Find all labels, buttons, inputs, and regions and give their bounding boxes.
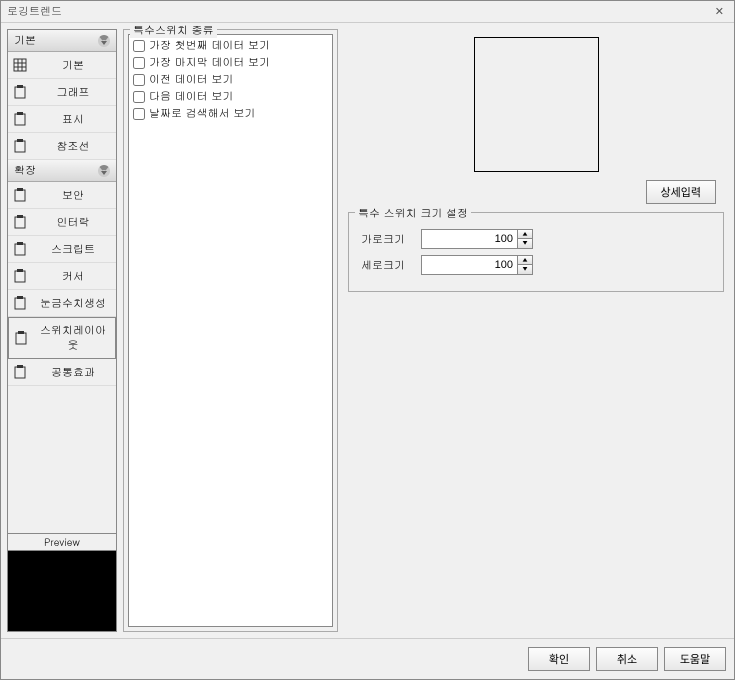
clipboard-icon xyxy=(13,330,29,346)
sidebar-item-basic[interactable]: 기본 xyxy=(8,52,116,79)
check-label: 이전 데이터 보기 xyxy=(149,72,233,87)
detail-input-button[interactable]: 상세입력 xyxy=(646,180,716,204)
switch-preview-rect xyxy=(474,37,599,172)
list-item[interactable]: 날짜로 검색해서 보기 xyxy=(133,105,328,122)
list-item[interactable]: 다음 데이터 보기 xyxy=(133,88,328,105)
clipboard-icon xyxy=(12,241,28,257)
close-icon[interactable]: ✕ xyxy=(711,4,728,19)
sidebar-item-label: 그래프 xyxy=(34,85,112,100)
check-label: 가장 마지막 데이터 보기 xyxy=(149,55,270,70)
height-row: 세로크기 ▲ ▼ xyxy=(361,255,711,275)
height-input[interactable] xyxy=(422,257,517,273)
sidebar-item-label: 커서 xyxy=(34,269,112,284)
check-label: 가장 첫번째 데이터 보기 xyxy=(149,38,270,53)
content-area: 기본 기본 그래프 표시 xyxy=(1,23,734,638)
list-item[interactable]: 가장 첫번째 데이터 보기 xyxy=(133,37,328,54)
chevron-down-icon xyxy=(98,35,110,47)
cancel-button[interactable]: 취소 xyxy=(596,647,658,671)
sidebar-item-label: 기본 xyxy=(34,58,112,73)
width-label: 가로크기 xyxy=(361,232,411,247)
height-spinner[interactable]: ▲ ▼ xyxy=(421,255,533,275)
sidebar-item-label: 참조선 xyxy=(34,139,112,154)
sidebar-item-label: 공통효과 xyxy=(34,365,112,380)
spinner-buttons: ▲ ▼ xyxy=(517,230,532,248)
width-input[interactable] xyxy=(422,231,517,247)
clipboard-icon xyxy=(12,187,28,203)
spinner-down-icon[interactable]: ▼ xyxy=(518,239,532,248)
accordion-label: 기본 xyxy=(14,33,36,48)
clipboard-icon xyxy=(12,268,28,284)
clipboard-icon xyxy=(12,295,28,311)
grid-icon xyxy=(12,57,28,73)
list-item[interactable]: 가장 마지막 데이터 보기 xyxy=(133,54,328,71)
width-row: 가로크기 ▲ ▼ xyxy=(361,229,711,249)
width-spinner[interactable]: ▲ ▼ xyxy=(421,229,533,249)
height-label: 세로크기 xyxy=(361,258,411,273)
footer: 확인 취소 도움말 xyxy=(1,638,734,679)
chevron-down-icon xyxy=(98,165,110,177)
fieldset-legend: 특수스위치 종류 xyxy=(130,23,217,38)
window-title: 로깅트렌드 xyxy=(7,4,62,19)
check-label: 날짜로 검색해서 보기 xyxy=(149,106,255,121)
sidebar-item-security[interactable]: 보안 xyxy=(8,182,116,209)
checkbox[interactable] xyxy=(133,108,145,120)
clipboard-icon xyxy=(12,111,28,127)
clipboard-icon xyxy=(12,138,28,154)
sidebar-item-script[interactable]: 스크립트 xyxy=(8,236,116,263)
spacer xyxy=(8,386,116,533)
sidebar-item-cursor[interactable]: 커서 xyxy=(8,263,116,290)
switch-types-list[interactable]: 가장 첫번째 데이터 보기 가장 마지막 데이터 보기 이전 데이터 보기 다음… xyxy=(128,34,333,627)
detail-button-row: 상세입력 xyxy=(348,180,724,204)
checkbox[interactable] xyxy=(133,57,145,69)
sidebar-item-scale[interactable]: 눈금수치생성 xyxy=(8,290,116,317)
accordion-header-basic[interactable]: 기본 xyxy=(8,30,116,52)
sidebar-item-label: 보안 xyxy=(34,188,112,203)
ok-button[interactable]: 확인 xyxy=(528,647,590,671)
sidebar-item-switchlayout[interactable]: 스위치레이아웃 xyxy=(8,317,116,359)
spinner-down-icon[interactable]: ▼ xyxy=(518,265,532,274)
sidebar-item-effects[interactable]: 공통효과 xyxy=(8,359,116,386)
sidebar-item-interlock[interactable]: 인터락 xyxy=(8,209,116,236)
sidebar-item-graph[interactable]: 그래프 xyxy=(8,79,116,106)
preview-label: Preview xyxy=(8,534,116,551)
clipboard-icon xyxy=(12,214,28,230)
size-fieldset: 특수 스위치 크기 설정 가로크기 ▲ ▼ 세로크기 xyxy=(348,212,724,292)
checkbox[interactable] xyxy=(133,74,145,86)
dialog-window: 로깅트렌드 ✕ 기본 기본 그래프 xyxy=(0,0,735,680)
sidebar: 기본 기본 그래프 표시 xyxy=(7,29,117,632)
help-button[interactable]: 도움말 xyxy=(664,647,726,671)
spinner-buttons: ▲ ▼ xyxy=(517,256,532,274)
sidebar-item-label: 스크립트 xyxy=(34,242,112,257)
clipboard-icon xyxy=(12,364,28,380)
checkbox[interactable] xyxy=(133,91,145,103)
checkbox[interactable] xyxy=(133,40,145,52)
preview-content xyxy=(8,551,116,631)
list-item[interactable]: 이전 데이터 보기 xyxy=(133,71,328,88)
fieldset-legend: 특수 스위치 크기 설정 xyxy=(355,206,471,221)
preview-panel: Preview xyxy=(8,533,116,631)
sidebar-item-display[interactable]: 표시 xyxy=(8,106,116,133)
right-panel: 상세입력 특수 스위치 크기 설정 가로크기 ▲ ▼ 세로크기 xyxy=(344,29,728,632)
titlebar: 로깅트렌드 ✕ xyxy=(1,1,734,23)
sidebar-item-label: 인터락 xyxy=(34,215,112,230)
sidebar-item-refline[interactable]: 참조선 xyxy=(8,133,116,160)
accordion-header-extended[interactable]: 확장 xyxy=(8,160,116,182)
switch-types-fieldset: 특수스위치 종류 가장 첫번째 데이터 보기 가장 마지막 데이터 보기 이전 … xyxy=(123,29,338,632)
sidebar-item-label: 스위치레이아웃 xyxy=(35,323,111,353)
sidebar-item-label: 표시 xyxy=(34,112,112,127)
clipboard-icon xyxy=(12,84,28,100)
accordion-label: 확장 xyxy=(14,163,36,178)
switch-types-panel: 특수스위치 종류 가장 첫번째 데이터 보기 가장 마지막 데이터 보기 이전 … xyxy=(123,29,338,632)
sidebar-item-label: 눈금수치생성 xyxy=(34,296,112,311)
check-label: 다음 데이터 보기 xyxy=(149,89,233,104)
